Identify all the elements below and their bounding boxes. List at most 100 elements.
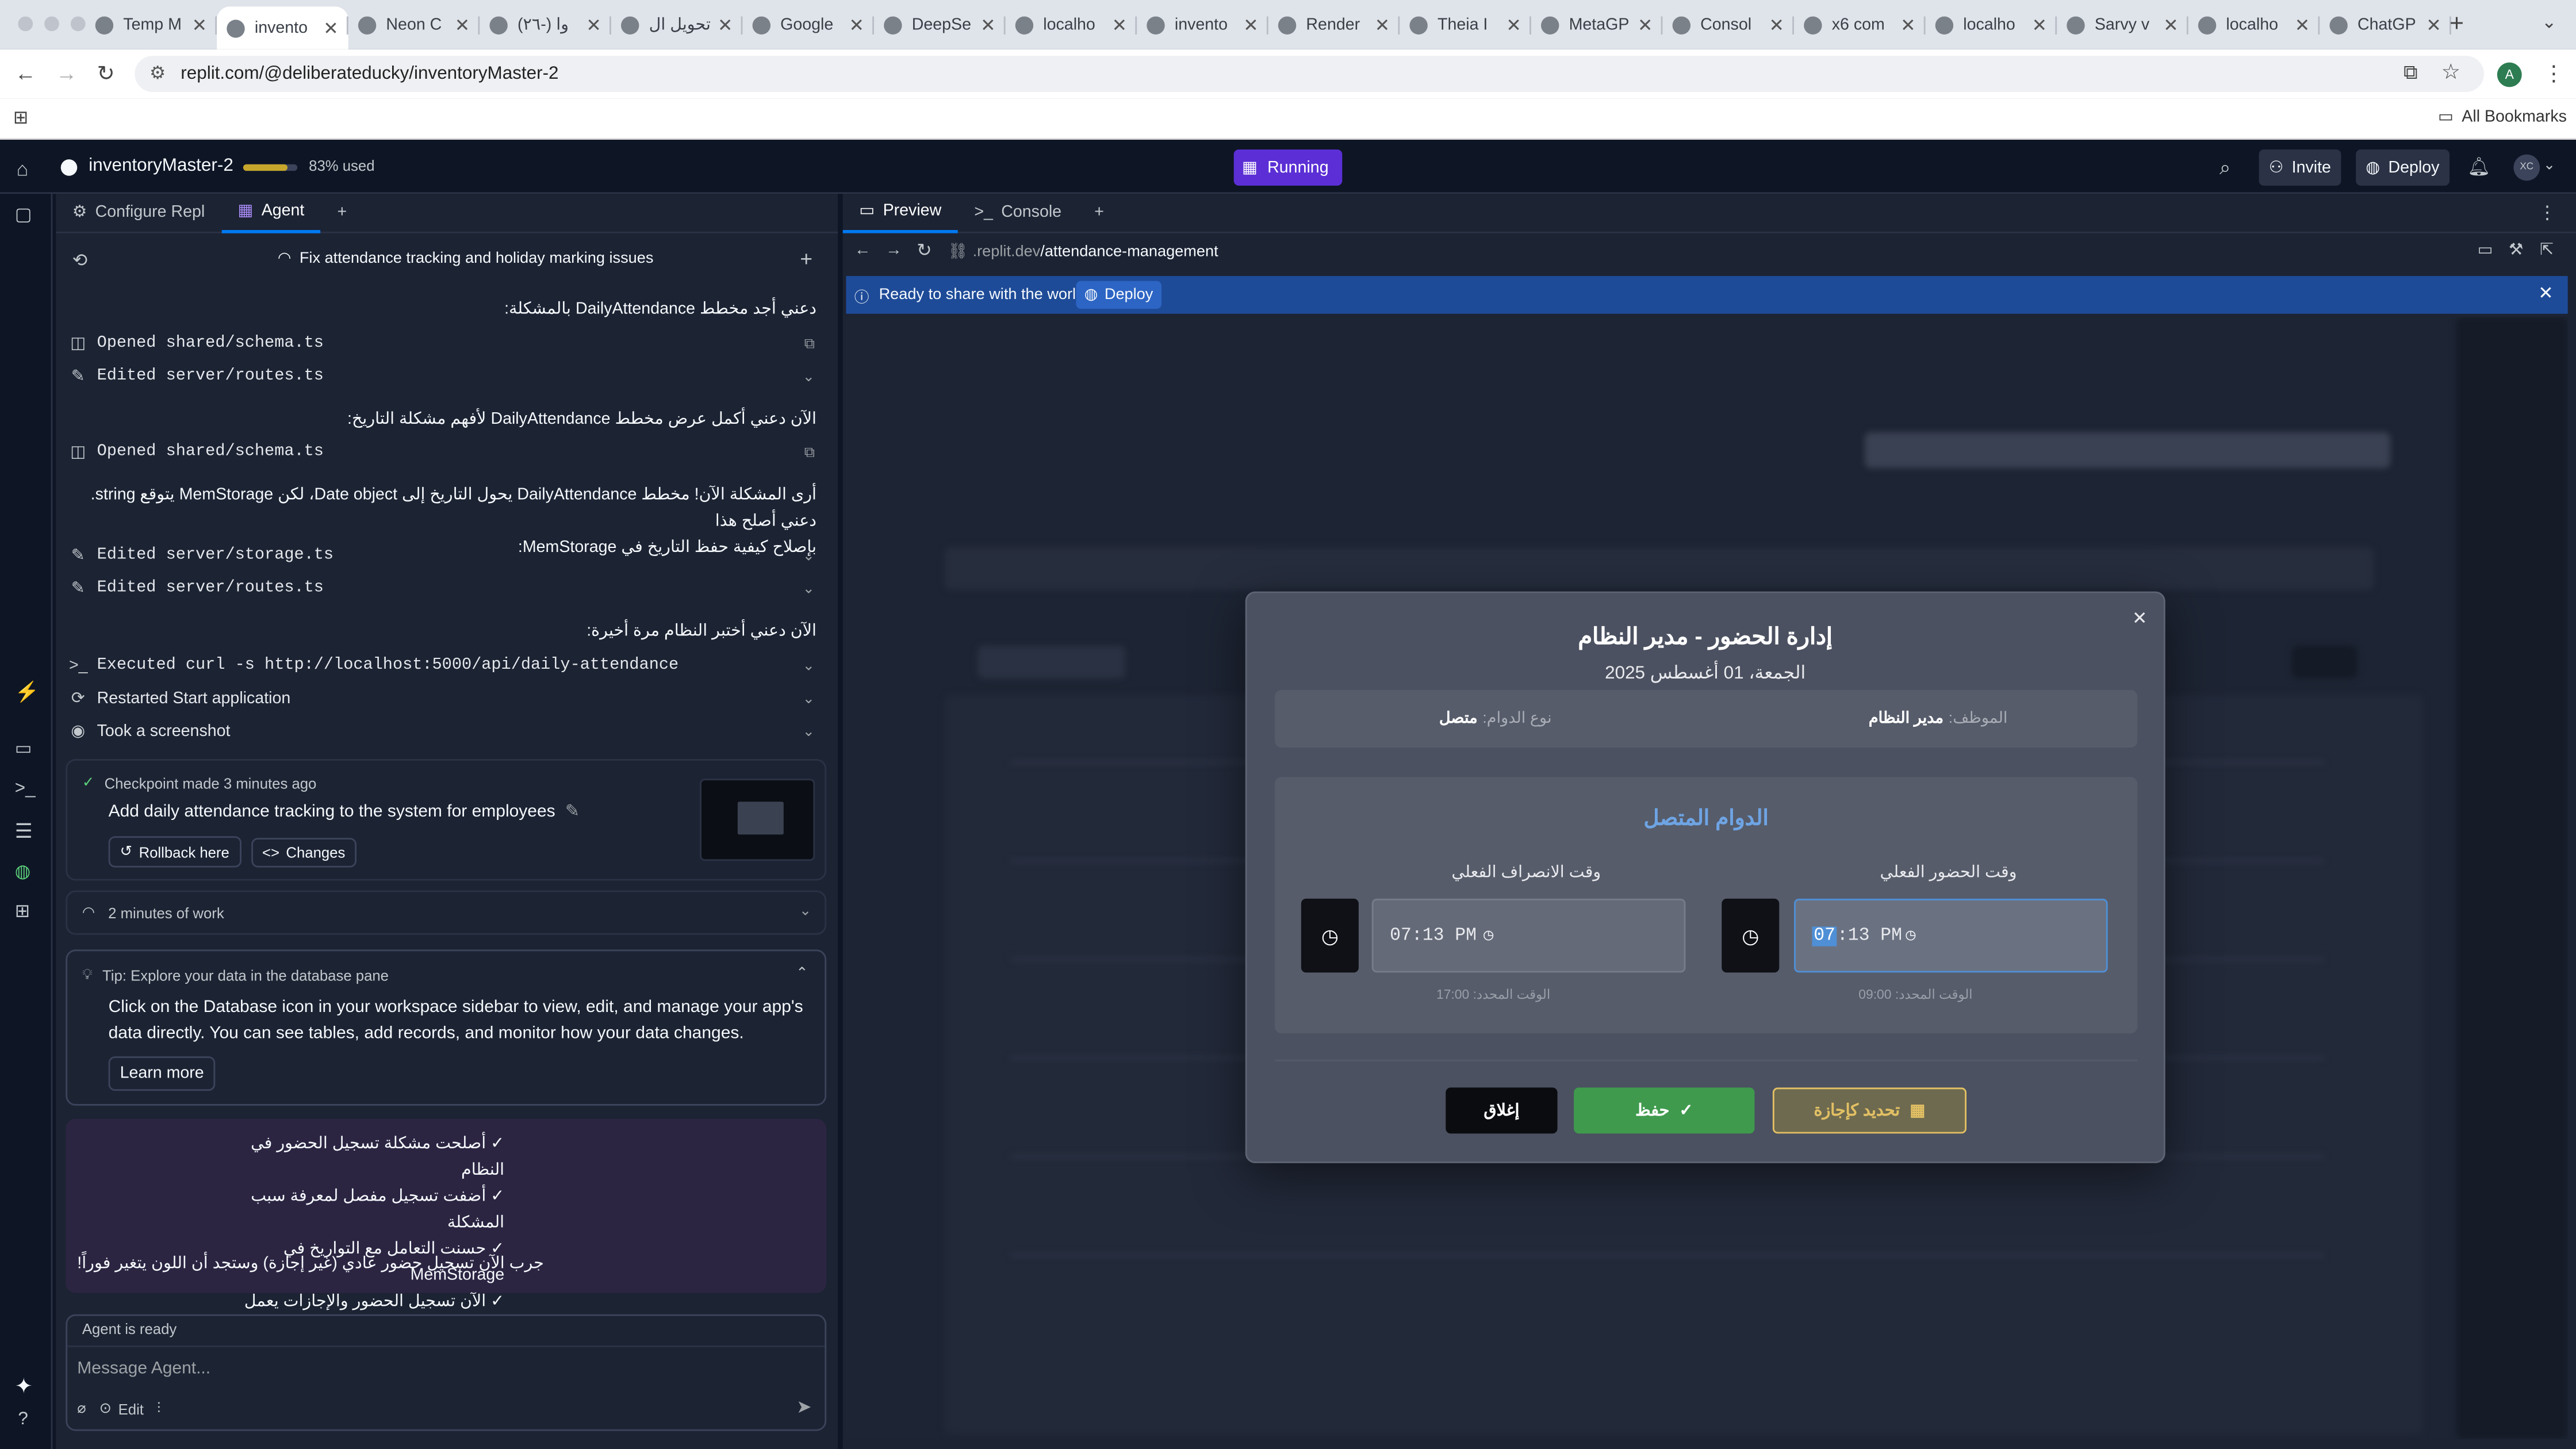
mark-holiday-button[interactable]: ▦ تحديد كإجازة bbox=[1772, 1087, 1966, 1134]
project-name[interactable]: inventoryMaster-2 bbox=[89, 156, 233, 175]
checkin-clock-button[interactable]: ◷ bbox=[1722, 898, 1780, 973]
tab-close-icon[interactable]: ✕ bbox=[192, 14, 207, 35]
sparkle-icon[interactable]: ✦ bbox=[15, 1374, 33, 1400]
bookmark-star-icon[interactable]: ☆ bbox=[2441, 59, 2460, 86]
checkout-time-input[interactable]: 07:13 PM ◷ bbox=[1371, 898, 1686, 973]
close-button[interactable]: إغلاق bbox=[1446, 1087, 1558, 1134]
search-icon[interactable]: ⌕ bbox=[2220, 156, 2230, 181]
tab-close-icon[interactable]: ✕ bbox=[1769, 14, 1784, 35]
window-controls[interactable] bbox=[18, 16, 86, 32]
install-icon[interactable]: ⧉ bbox=[2404, 61, 2418, 86]
open-file-icon[interactable]: ⧉ bbox=[804, 443, 815, 461]
chevron-up-icon[interactable]: ⌃ bbox=[796, 964, 808, 982]
profile-avatar[interactable]: A bbox=[2497, 62, 2522, 87]
banner-deploy-button[interactable]: ◍ Deploy bbox=[1076, 281, 1162, 309]
agent-icon[interactable]: ⚡ bbox=[15, 680, 40, 703]
tab-close-icon[interactable]: ✕ bbox=[849, 14, 864, 35]
browser-tab[interactable]: Theia I ✕ bbox=[1400, 6, 1531, 43]
open-file-icon[interactable]: ⧉ bbox=[804, 335, 815, 353]
invite-button[interactable]: ⚇ Invite bbox=[2259, 150, 2341, 186]
browser-tab[interactable]: Consol ✕ bbox=[1662, 6, 1794, 43]
time-picker-icon[interactable]: ◷ bbox=[1906, 926, 1915, 945]
tab-close-icon[interactable]: ✕ bbox=[1375, 14, 1390, 35]
chevron-down-icon[interactable]: ⌄ bbox=[803, 657, 815, 675]
action-opened-schema[interactable]: ◫ Opened shared/schema.ts ⧉ bbox=[69, 335, 825, 353]
checkout-clock-button[interactable]: ◷ bbox=[1301, 898, 1359, 973]
site-info-icon[interactable]: ⚙ bbox=[150, 63, 166, 83]
open-new-tab-icon[interactable]: ⇱ bbox=[2540, 241, 2554, 259]
rollback-button[interactable]: ↺ Rollback here bbox=[108, 836, 241, 868]
browser-tab[interactable]: invento ✕ bbox=[1137, 6, 1268, 43]
files-icon[interactable]: ▢ bbox=[15, 204, 32, 225]
chevron-down-icon[interactable]: ⌄ bbox=[799, 902, 812, 920]
tab-preview[interactable]: ▭ Preview bbox=[842, 193, 958, 233]
browser-tab[interactable]: DeepSe ✕ bbox=[874, 6, 1006, 43]
changes-button[interactable]: <> Changes bbox=[250, 837, 357, 867]
new-thread-icon[interactable]: + bbox=[800, 247, 812, 271]
chevron-down-icon[interactable]: ⌄ bbox=[803, 368, 815, 386]
thread-title[interactable]: ◠ Fix attendance tracking and holiday mar… bbox=[278, 250, 654, 267]
browser-tab[interactable]: Neon C ✕ bbox=[348, 6, 480, 43]
devtools-icon[interactable]: ⚒ bbox=[2509, 241, 2524, 259]
run-button[interactable]: ▦ Running bbox=[1233, 150, 1343, 186]
pane-menu-icon[interactable]: ⋮ bbox=[2538, 202, 2556, 223]
minimize-window-dot[interactable] bbox=[44, 16, 59, 32]
chevron-down-icon[interactable]: ⌄ bbox=[803, 580, 815, 598]
browser-tab[interactable]: localho ✕ bbox=[1926, 6, 2057, 43]
learn-more-button[interactable]: Learn more bbox=[108, 1056, 216, 1091]
history-icon[interactable]: ⟲ bbox=[72, 250, 87, 271]
message-agent-input[interactable]: Message Agent... bbox=[77, 1359, 808, 1378]
checkin-time-input[interactable]: 07:13 PM ◷ bbox=[1794, 898, 2108, 973]
attach-paperclip-icon[interactable]: ⌀ bbox=[77, 1400, 86, 1417]
tab-close-icon[interactable]: ✕ bbox=[455, 14, 470, 35]
checkpoint-screenshot-thumbnail[interactable] bbox=[700, 779, 815, 861]
database-icon[interactable]: ☰ bbox=[15, 820, 33, 843]
tab-close-icon[interactable]: ✕ bbox=[2163, 14, 2178, 35]
console-icon[interactable]: >_ bbox=[15, 779, 36, 798]
reload-icon[interactable]: ↻ bbox=[97, 61, 115, 87]
back-icon[interactable]: ← bbox=[15, 61, 36, 86]
action-edited-routes[interactable]: ✎ Edited server/routes.ts ⌄ bbox=[69, 368, 825, 386]
all-bookmarks[interactable]: ▭ All Bookmarks bbox=[2438, 109, 2567, 126]
devices-icon[interactable]: ▭ bbox=[2478, 241, 2493, 259]
browser-tab[interactable]: invento ✕ bbox=[217, 6, 348, 49]
edit-pencil-icon[interactable]: ✎ bbox=[565, 802, 580, 821]
tab-console[interactable]: >_ Console bbox=[958, 193, 1078, 233]
browser-tab[interactable]: MetaGP ✕ bbox=[1531, 6, 1663, 43]
browser-tab[interactable]: Sarvy v ✕ bbox=[2057, 6, 2188, 43]
action-edited-routes-2[interactable]: ✎ Edited server/routes.ts ⌄ bbox=[69, 580, 825, 598]
browser-tab[interactable]: x6 com ✕ bbox=[1794, 6, 1926, 43]
browser-tab[interactable]: ChatGP ✕ bbox=[2320, 6, 2451, 43]
tab-agent[interactable]: ▦ Agent bbox=[221, 193, 321, 233]
add-tab-icon[interactable]: + bbox=[1078, 193, 1121, 233]
tab-close-icon[interactable]: ✕ bbox=[1243, 14, 1258, 35]
browser-tab[interactable]: تحويل ال ✕ bbox=[611, 6, 743, 43]
deployments-icon[interactable]: ◍ bbox=[15, 861, 30, 882]
tab-close-icon[interactable]: ✕ bbox=[2032, 14, 2047, 35]
action-opened-schema-2[interactable]: ◫ Opened shared/schema.ts ⧉ bbox=[69, 443, 825, 461]
browser-tab[interactable]: localho ✕ bbox=[2188, 6, 2320, 43]
banner-close-icon[interactable]: ✕ bbox=[2538, 282, 2553, 304]
maximize-window-dot[interactable] bbox=[70, 16, 86, 32]
tab-close-icon[interactable]: ✕ bbox=[323, 17, 338, 39]
address-bar[interactable]: ⚙ replit.com/@deliberateducky/inventoryM… bbox=[135, 56, 2485, 92]
tab-search-icon[interactable]: ⌄ bbox=[2542, 12, 2556, 33]
tab-close-icon[interactable]: ✕ bbox=[718, 14, 733, 35]
tab-close-icon[interactable]: ✕ bbox=[1506, 14, 1521, 35]
tab-close-icon[interactable]: ✕ bbox=[1900, 14, 1915, 35]
settings-sliders-icon[interactable]: ⫶ bbox=[157, 1400, 160, 1417]
action-edited-storage[interactable]: ✎ Edited server/storage.ts ⌄ bbox=[69, 547, 825, 565]
notifications-bell-icon[interactable]: 🔔︎ bbox=[2467, 156, 2490, 177]
browser-tab[interactable]: Google ✕ bbox=[742, 6, 874, 43]
browser-menu-icon[interactable]: ⋮ bbox=[2543, 61, 2564, 87]
user-menu-chevron-icon[interactable]: ⌄ bbox=[2543, 156, 2556, 174]
tab-close-icon[interactable]: ✕ bbox=[2295, 14, 2310, 35]
edit-mode-button[interactable]: ⊙ Edit bbox=[99, 1400, 144, 1417]
chevron-down-icon[interactable]: ⌄ bbox=[803, 547, 815, 565]
send-icon[interactable]: ➤ bbox=[796, 1397, 811, 1417]
browser-tab[interactable]: Temp M ✕ bbox=[86, 6, 217, 43]
action-screenshot[interactable]: ◉ Took a screenshot ⌄ bbox=[69, 723, 825, 741]
user-avatar[interactable]: XC bbox=[2513, 154, 2540, 181]
tab-close-icon[interactable]: ✕ bbox=[2426, 14, 2441, 35]
time-picker-icon[interactable]: ◷ bbox=[1483, 926, 1493, 945]
